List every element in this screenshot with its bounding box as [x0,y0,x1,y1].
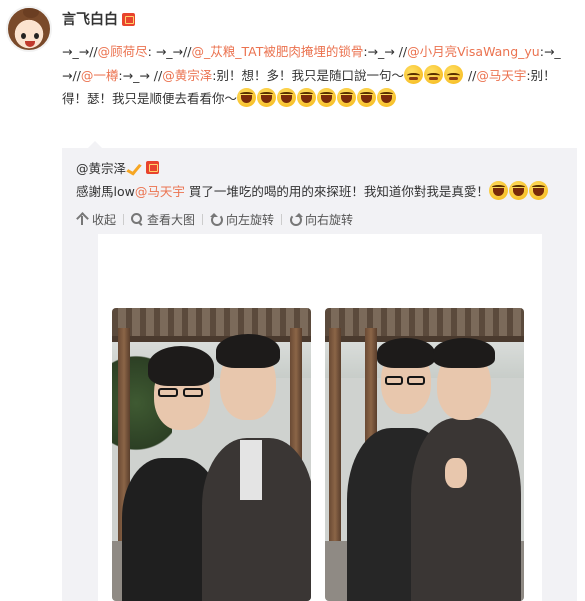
toolbar-divider [202,213,204,225]
view-large-button[interactable]: 查看大图 [131,211,195,228]
photo-beam [112,336,311,342]
laugh-emoji-icon [337,88,357,107]
rotate-left-icon [210,213,224,226]
mention-link[interactable]: @顾荷尽 [98,44,148,59]
repost-card: @黄宗泽 感謝馬low@马天宇 買了一堆吃的喝的用的來探班！我知道你對我是真愛！… [62,141,577,601]
post-text-segment: : →_→// [147,44,192,59]
repost-emojis [488,181,549,200]
repost-author-name[interactable]: @黄宗泽 [76,158,126,177]
avatar-hair-bun [23,8,39,18]
person-hair [216,334,280,368]
laugh-emoji-icon [257,88,277,107]
repost-text-before: 感謝馬low [76,184,135,199]
post-text-segment: :→_→ // [118,67,163,83]
mention-link[interactable]: @马天宇 [476,68,526,83]
repost-caret [88,141,102,148]
mention-link[interactable]: @黄宗泽 [162,68,212,83]
photo-roof [112,308,311,338]
rotate-left-label: 向左旋转 [226,212,275,227]
glasses [407,376,425,385]
avatar-eye [34,33,39,39]
photo-roof [325,308,524,338]
glasses [385,376,403,385]
person-hand [445,458,467,488]
laugh-emoji-icon [357,88,377,107]
toolbar-divider [281,213,283,225]
repost-text-after: 買了一堆吃的喝的用的來探班！我知道你對我是真愛！ [184,184,489,199]
post-text-segment: :别！想！多！我只是随口說一句～ [212,67,404,83]
post-author-name[interactable]: 言飞白白 [62,9,118,29]
weibo-post: 言飞白白 →_→//@顾荷尽: →_→//@_苁粮_TAT被肥肉掩埋的锁骨:→_… [62,10,577,111]
view-large-label: 查看大图 [147,212,196,227]
verified-v-icon[interactable] [129,161,142,174]
vip-badge-icon[interactable] [146,160,160,174]
image-toolbar: 收起 查看大图 向左旋转 向右旋转 [76,210,353,228]
mention-link[interactable]: @小月亮VisaWang_yu [407,44,540,59]
post-author-row: 言飞白白 [62,10,577,28]
post-text-segment: // [463,67,477,83]
repost-text: 感謝馬low@马天宇 買了一堆吃的喝的用的來探班！我知道你對我是真愛！ [76,181,549,203]
magnifier-icon [131,213,143,225]
mention-link[interactable]: @一樽 [81,68,119,83]
repost-author-row: @黄宗泽 [76,158,160,177]
collapse-label: 收起 [92,212,117,227]
person-coat [411,418,521,601]
laugh-emoji-icon [528,181,548,200]
rotate-right-icon [289,213,304,226]
expanded-image[interactable] [98,234,542,601]
rotate-right-button[interactable]: 向右旋转 [289,211,353,228]
shy-emoji-icon [423,64,443,84]
arrow-up-icon [76,213,88,225]
avatar-mouth [25,41,35,47]
vip-badge-icon[interactable] [122,12,135,26]
post-text-segment: →_→// [62,44,98,59]
laugh-emoji-icon [297,88,317,107]
laugh-emoji-icon [317,88,337,107]
avatar-eye [21,33,26,39]
laugh-emoji-icon [277,88,297,107]
person-hair [433,338,495,368]
glasses [158,388,178,397]
person-shirt [240,440,262,500]
shy-emoji-icon [443,64,463,84]
repost-mention[interactable]: @马天宇 [135,184,185,199]
photo-two-men-standing[interactable] [112,308,311,601]
person-hair [377,338,435,368]
photo-two-men-hugging[interactable] [325,308,524,601]
rotate-left-button[interactable]: 向左旋转 [210,211,274,228]
person-hair [148,346,214,386]
laugh-emoji-icon [237,88,257,107]
shy-emoji-icon [403,64,423,84]
laugh-emoji-icon [508,181,528,200]
mention-link[interactable]: @_苁粮_TAT被肥肉掩埋的锁骨 [191,44,363,59]
collapse-button[interactable]: 收起 [76,211,116,228]
author-avatar[interactable] [6,6,52,52]
post-text-segment: :→_→ // [363,44,408,59]
rotate-right-label: 向右旋转 [305,212,354,227]
glasses [183,388,203,397]
toolbar-divider [123,213,125,225]
laugh-emoji-icon [377,88,397,107]
laugh-emoji-icon [488,181,508,200]
post-text: →_→//@顾荷尽: →_→//@_苁粮_TAT被肥肉掩埋的锁骨:→_→ //@… [62,40,577,111]
